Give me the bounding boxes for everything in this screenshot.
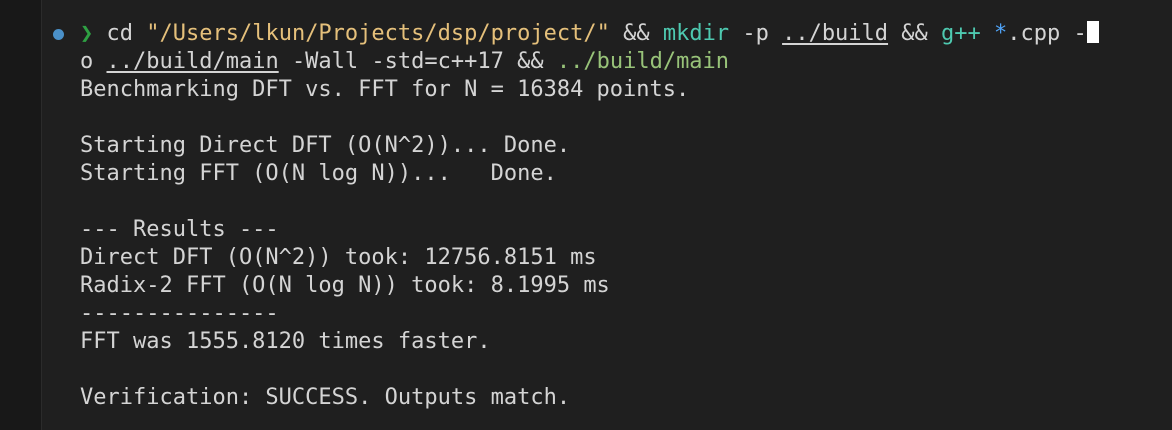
cmd-and-1: && xyxy=(623,21,650,46)
cmd-flag-o-start: - xyxy=(1073,21,1087,46)
output-line: --- Results --- xyxy=(80,217,279,242)
command-output: Benchmarking DFT vs. FFT for N = 16384 p… xyxy=(80,76,689,412)
terminal-panel[interactable]: ❯ cd "/Users/lkun/Projects/dsp/project/"… xyxy=(43,0,1172,430)
cmd-glob-star: * xyxy=(994,21,1008,46)
terminal-cursor xyxy=(1086,21,1099,43)
cmd-cd: cd xyxy=(106,21,134,46)
cmd-gpp: g++ xyxy=(941,21,981,46)
output-line: Direct DFT (O(N^2)) took: 12756.8151 ms xyxy=(80,245,597,270)
cmd-build-path-link[interactable]: ../build xyxy=(782,21,888,46)
editor-gutter xyxy=(0,0,42,430)
cmd-run-binary: ../build/main xyxy=(556,49,730,74)
cmd-output-path-link[interactable]: ../build/main xyxy=(107,49,279,74)
cmd-flags-rest: -Wall -std=c++17 xyxy=(291,49,504,74)
command-line-2: o ../build/main -Wall -std=c++17 && ../b… xyxy=(80,48,729,76)
cmd-mkdir: mkdir xyxy=(662,21,730,46)
cmd-flag-p: -p xyxy=(742,21,769,46)
command-status-dot-icon[interactable] xyxy=(53,29,64,40)
output-line: Radix-2 FFT (O(N log N)) took: 8.1995 ms xyxy=(80,273,610,298)
prompt-chevron-icon: ❯ xyxy=(80,21,94,46)
output-line: Starting FFT (O(N log N))... Done. xyxy=(80,161,557,186)
command-line-1: ❯ cd "/Users/lkun/Projects/dsp/project/"… xyxy=(80,20,1099,48)
output-line: FFT was 1555.8120 times faster. xyxy=(80,329,491,354)
terminal-window: ❯ cd "/Users/lkun/Projects/dsp/project/"… xyxy=(0,0,1172,430)
cmd-path-arg: "/Users/lkun/Projects/dsp/project/" xyxy=(146,21,610,46)
cmd-flag-o-end: o xyxy=(80,49,94,74)
cmd-and-2: && xyxy=(901,21,928,46)
output-line: Verification: SUCCESS. Outputs match. xyxy=(80,385,571,410)
cmd-and-3: && xyxy=(517,49,544,74)
output-line: Starting Direct DFT (O(N^2))... Done. xyxy=(80,133,571,158)
output-line: --------------- xyxy=(80,301,279,326)
cmd-glob-ext: .cpp xyxy=(1007,21,1061,46)
output-line: Benchmarking DFT vs. FFT for N = 16384 p… xyxy=(80,77,690,102)
